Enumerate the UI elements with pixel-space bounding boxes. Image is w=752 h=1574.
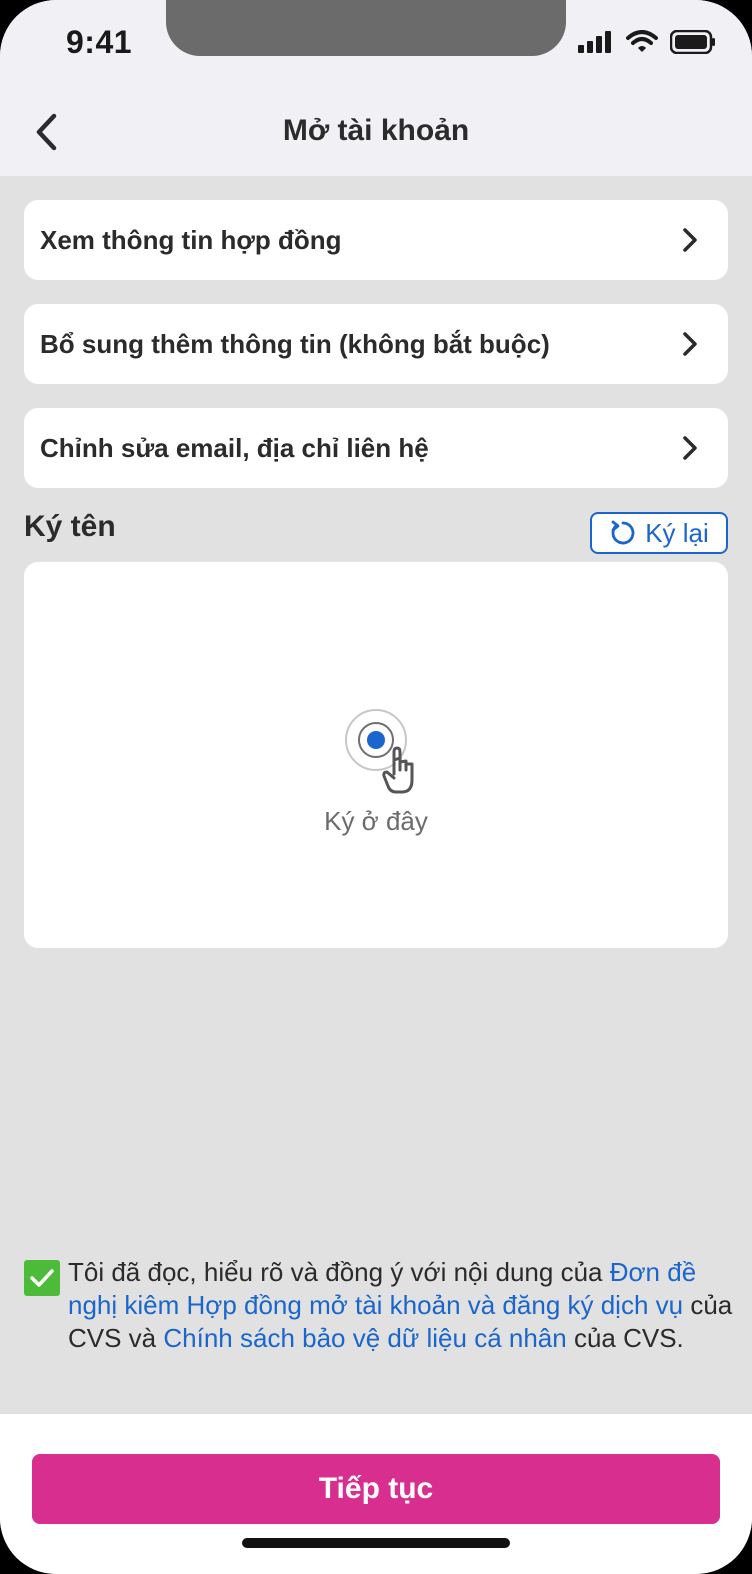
signature-pad[interactable]: Ký ở đây	[24, 562, 728, 948]
signature-title: Ký tên	[24, 510, 116, 543]
agreement-text-part: Tôi đã đọc, hiểu rõ và đồng ý với nội du…	[68, 1257, 610, 1287]
menu-item-label: Bổ sung thêm thông tin (không bắt buộc)	[40, 328, 550, 359]
checkmark-icon	[30, 1269, 54, 1287]
additional-info-item[interactable]: Bổ sung thêm thông tin (không bắt buộc)	[24, 304, 728, 384]
menu-item-label: Chỉnh sửa email, địa chỉ liên hệ	[40, 432, 429, 463]
tap-to-sign-icon	[345, 709, 414, 794]
agreement-text: Tôi đã đọc, hiểu rõ và đồng ý với nội du…	[68, 1256, 740, 1355]
chevron-right-icon	[683, 228, 697, 252]
home-indicator	[242, 1538, 510, 1548]
view-contract-item[interactable]: Xem thông tin hợp đồng	[24, 200, 728, 280]
wifi-icon	[626, 30, 658, 52]
privacy-policy-link[interactable]: Chính sách bảo vệ dữ liệu cá nhân	[163, 1323, 566, 1353]
bottom-bar: Tiếp tục	[0, 1414, 752, 1574]
refresh-icon	[611, 520, 635, 545]
page-title: Mở tài khoản	[282, 114, 470, 147]
notch	[166, 0, 566, 56]
signal-icon	[578, 31, 611, 53]
edit-contact-item[interactable]: Chỉnh sửa email, địa chỉ liên hệ	[24, 408, 728, 488]
agreement-checkbox[interactable]	[24, 1260, 60, 1296]
status-icons	[578, 30, 716, 54]
agreement-text-part: của CVS.	[566, 1323, 684, 1353]
chevron-right-icon	[683, 436, 697, 460]
signature-hint: Ký ở đây	[324, 806, 428, 836]
menu-item-label: Xem thông tin hợp đồng	[40, 224, 342, 255]
phone-screen: 9:41 Mở tài khoản Xem thông tin hợp đồng…	[0, 0, 752, 1574]
status-bar: 9:41	[0, 0, 752, 92]
continue-button[interactable]: Tiếp tục	[32, 1454, 720, 1524]
battery-icon	[670, 30, 715, 54]
chevron-right-icon	[683, 332, 697, 356]
resign-button[interactable]: Ký lại	[590, 512, 728, 554]
status-time: 9:41	[66, 24, 133, 60]
nav-header: Mở tài khoản	[0, 92, 752, 176]
resign-label: Ký lại	[645, 517, 709, 548]
